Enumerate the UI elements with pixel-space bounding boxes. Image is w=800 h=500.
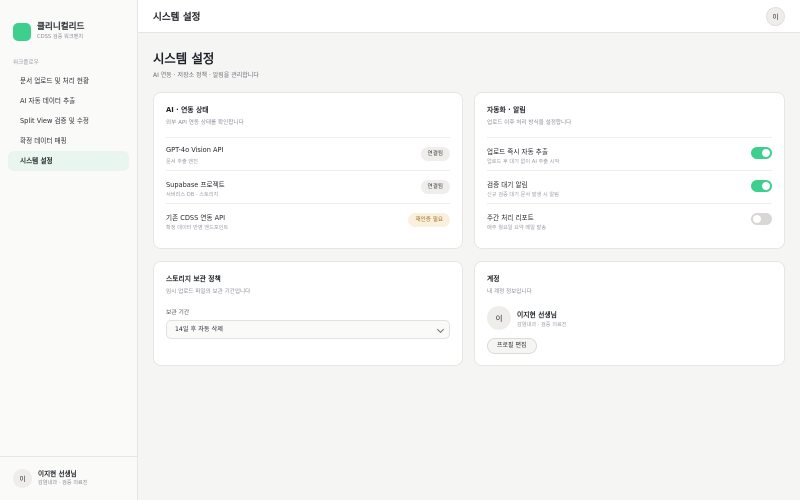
row-subtitle: 서버리스 DB · 스토리지 <box>166 192 219 198</box>
card-subtitle: 업로드 이후 처리 방식을 설정합니다 <box>487 120 572 126</box>
status-badge: 연결됨 <box>420 180 450 194</box>
retention-label: 보관 기간 <box>166 310 190 316</box>
sidebar-item-upload[interactable]: 문서 업로드 및 처리 현황 <box>8 71 129 91</box>
main-content: 시스템 설정 AI 연동 · 저장소 정책 · 알림을 관리합니다 AI · 연… <box>138 33 800 500</box>
sidebar-user-name: 이지현 선생님 <box>38 470 77 478</box>
card-title: 계정 <box>487 275 500 283</box>
ai-status-card: AI · 연동 상태 외부 API 연동 상태를 확인합니다 GPT-4o Vi… <box>153 92 463 249</box>
brand-logo-icon <box>13 23 31 41</box>
header-avatar[interactable]: 이 <box>766 7 785 26</box>
card-subtitle: 외부 API 연동 상태를 확인합니다 <box>166 120 244 126</box>
weekly-report-toggle[interactable] <box>751 213 772 225</box>
integration-row-gpt4o: GPT-4o Vision API 문서 추출 엔진 연결됨 <box>166 137 450 170</box>
reauth-badge[interactable]: 재인증 필요 <box>408 213 450 227</box>
storage-policy-card: 스토리지 보관 정책 임시 업로드 파일의 보관 기간입니다 보관 기간 14일… <box>153 261 463 366</box>
account-name: 이지현 선생님 <box>517 311 557 319</box>
brand-subtitle: CDSS 검증 워크벤치 <box>37 34 84 40</box>
row-title: 업로드 즉시 자동 추출 <box>487 148 548 156</box>
sidebar-user-role: 감염내과 · 검증 의료진 <box>38 480 88 486</box>
chevron-down-icon <box>436 325 445 334</box>
account-card: 계정 내 계정 정보입니다 이 이지현 선생님 감염내과 · 검증 의료진 프로… <box>474 261 785 366</box>
sidebar-nav: 문서 업로드 및 처리 현황 AI 자동 데이터 추출 Split View 검… <box>0 71 137 171</box>
row-subtitle: 확정 데이터 반영 엔드포인트 <box>166 225 229 231</box>
row-title: 주간 처리 리포트 <box>487 214 534 222</box>
sidebar-user[interactable]: 이 이지현 선생님 감염내과 · 검증 의료진 <box>0 456 137 500</box>
row-subtitle: 신규 검증 대기 문서 발생 시 알림 <box>487 192 559 198</box>
page-subtitle: AI 연동 · 저장소 정책 · 알림을 관리합니다 <box>153 72 259 79</box>
sidebar-item-mapping[interactable]: 확정 데이터 매핑 <box>8 131 129 151</box>
setting-row-weekly-report: 주간 처리 리포트 매주 월요일 요약 메일 발송 <box>487 203 772 236</box>
integration-row-cdss: 기존 CDSS 연동 API 확정 데이터 반영 엔드포인트 재인증 필요 <box>166 203 450 236</box>
row-subtitle: 문서 추출 엔진 <box>166 159 198 165</box>
pending-alert-toggle[interactable] <box>751 180 772 192</box>
card-title: 스토리지 보관 정책 <box>166 275 221 283</box>
card-title: 자동화 · 알림 <box>487 106 526 114</box>
sidebar-section-label: 워크플로우 <box>13 60 39 66</box>
sidebar-item-ai-extract[interactable]: AI 자동 데이터 추출 <box>8 91 129 111</box>
topbar: 시스템 설정 이 <box>138 0 800 33</box>
row-title: 기존 CDSS 연동 API <box>166 214 226 222</box>
topbar-title: 시스템 설정 <box>153 12 201 23</box>
status-badge: 연결됨 <box>420 147 450 161</box>
setting-row-auto-extract: 업로드 즉시 자동 추출 업로드 후 대기 없이 AI 추출 시작 <box>487 137 772 170</box>
brand: 클리니컬리드 CDSS 검증 워크벤치 <box>0 0 137 50</box>
sidebar-item-split-view[interactable]: Split View 검증 및 수정 <box>8 111 129 131</box>
row-title: GPT-4o Vision API <box>166 146 224 154</box>
setting-row-pending-alert: 검증 대기 알림 신규 검증 대기 문서 발생 시 알림 <box>487 170 772 203</box>
row-title: 검증 대기 알림 <box>487 181 528 189</box>
avatar: 이 <box>487 306 511 330</box>
card-subtitle: 임시 업로드 파일의 보관 기간입니다 <box>166 289 251 295</box>
automation-card: 자동화 · 알림 업로드 이후 처리 방식을 설정합니다 업로드 즉시 자동 추… <box>474 92 785 249</box>
integration-row-supabase: Supabase 프로젝트 서버리스 DB · 스토리지 연결됨 <box>166 170 450 203</box>
edit-profile-button[interactable]: 프로필 편집 <box>487 338 537 354</box>
brand-name: 클리니컬리드 <box>37 22 85 32</box>
sidebar-item-settings[interactable]: 시스템 설정 <box>8 151 129 171</box>
page-title: 시스템 설정 <box>153 51 215 66</box>
row-subtitle: 업로드 후 대기 없이 AI 추출 시작 <box>487 159 560 165</box>
account-role: 감염내과 · 검증 의료진 <box>517 322 567 328</box>
auto-extract-toggle[interactable] <box>751 147 772 159</box>
avatar: 이 <box>13 469 32 488</box>
sidebar: 클리니컬리드 CDSS 검증 워크벤치 워크플로우 문서 업로드 및 처리 현황… <box>0 0 138 500</box>
retention-select[interactable]: 14일 후 자동 삭제 <box>166 320 450 339</box>
row-title: Supabase 프로젝트 <box>166 181 225 189</box>
row-subtitle: 매주 월요일 요약 메일 발송 <box>487 225 547 231</box>
retention-select-value: 14일 후 자동 삭제 <box>175 326 223 333</box>
card-title: AI · 연동 상태 <box>166 106 209 114</box>
card-subtitle: 내 계정 정보입니다 <box>487 289 532 295</box>
